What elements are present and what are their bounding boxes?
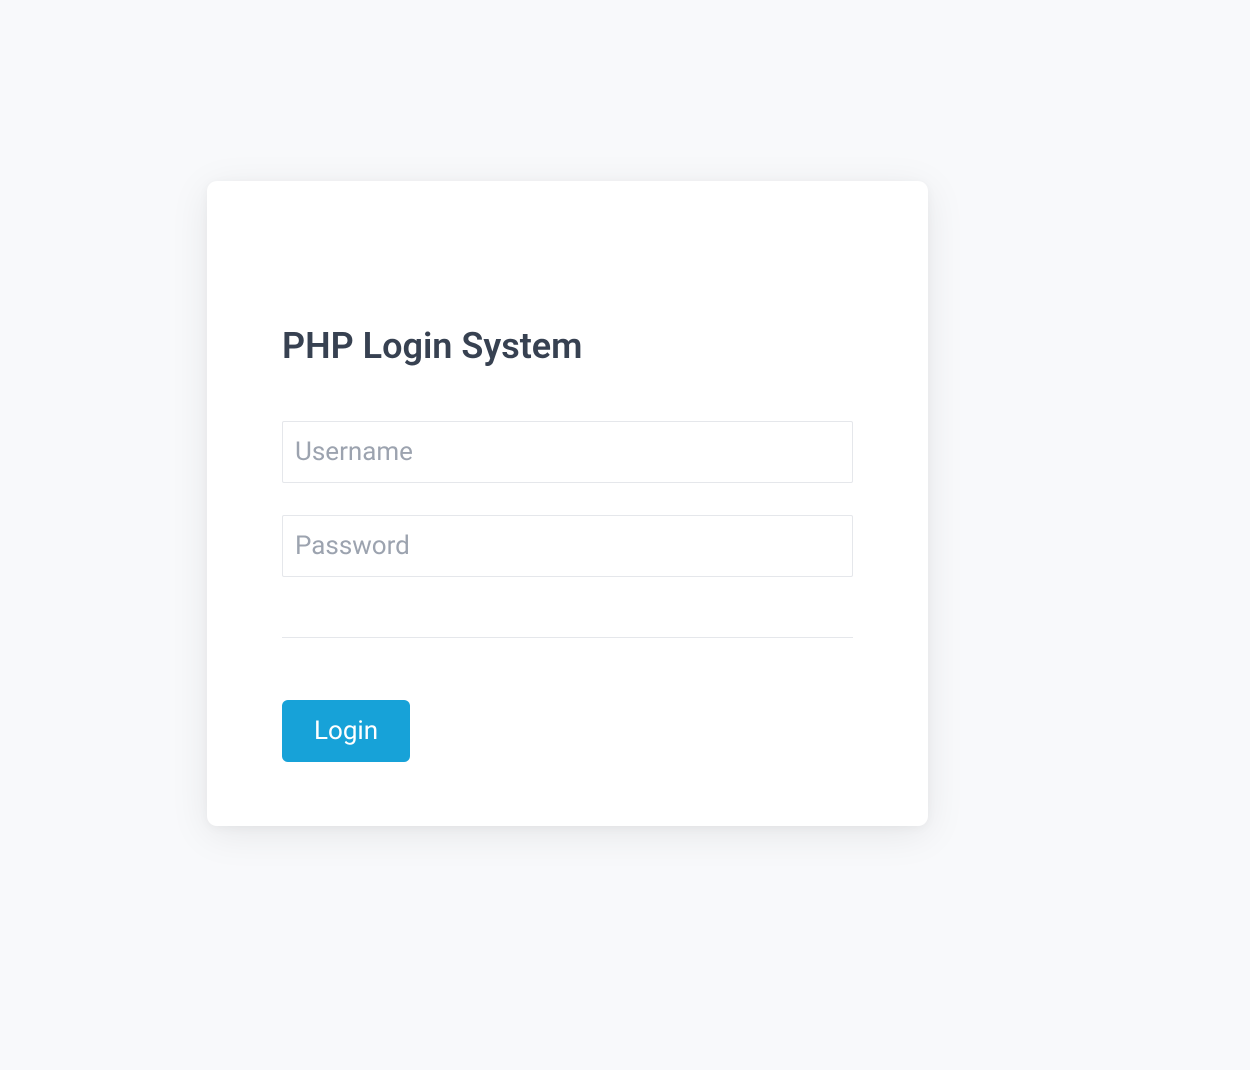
login-card: PHP Login System Login xyxy=(207,181,928,826)
page-title: PHP Login System xyxy=(282,325,853,367)
login-button[interactable]: Login xyxy=(282,700,410,762)
password-field[interactable] xyxy=(282,515,853,577)
username-field[interactable] xyxy=(282,421,853,483)
divider xyxy=(282,637,853,638)
